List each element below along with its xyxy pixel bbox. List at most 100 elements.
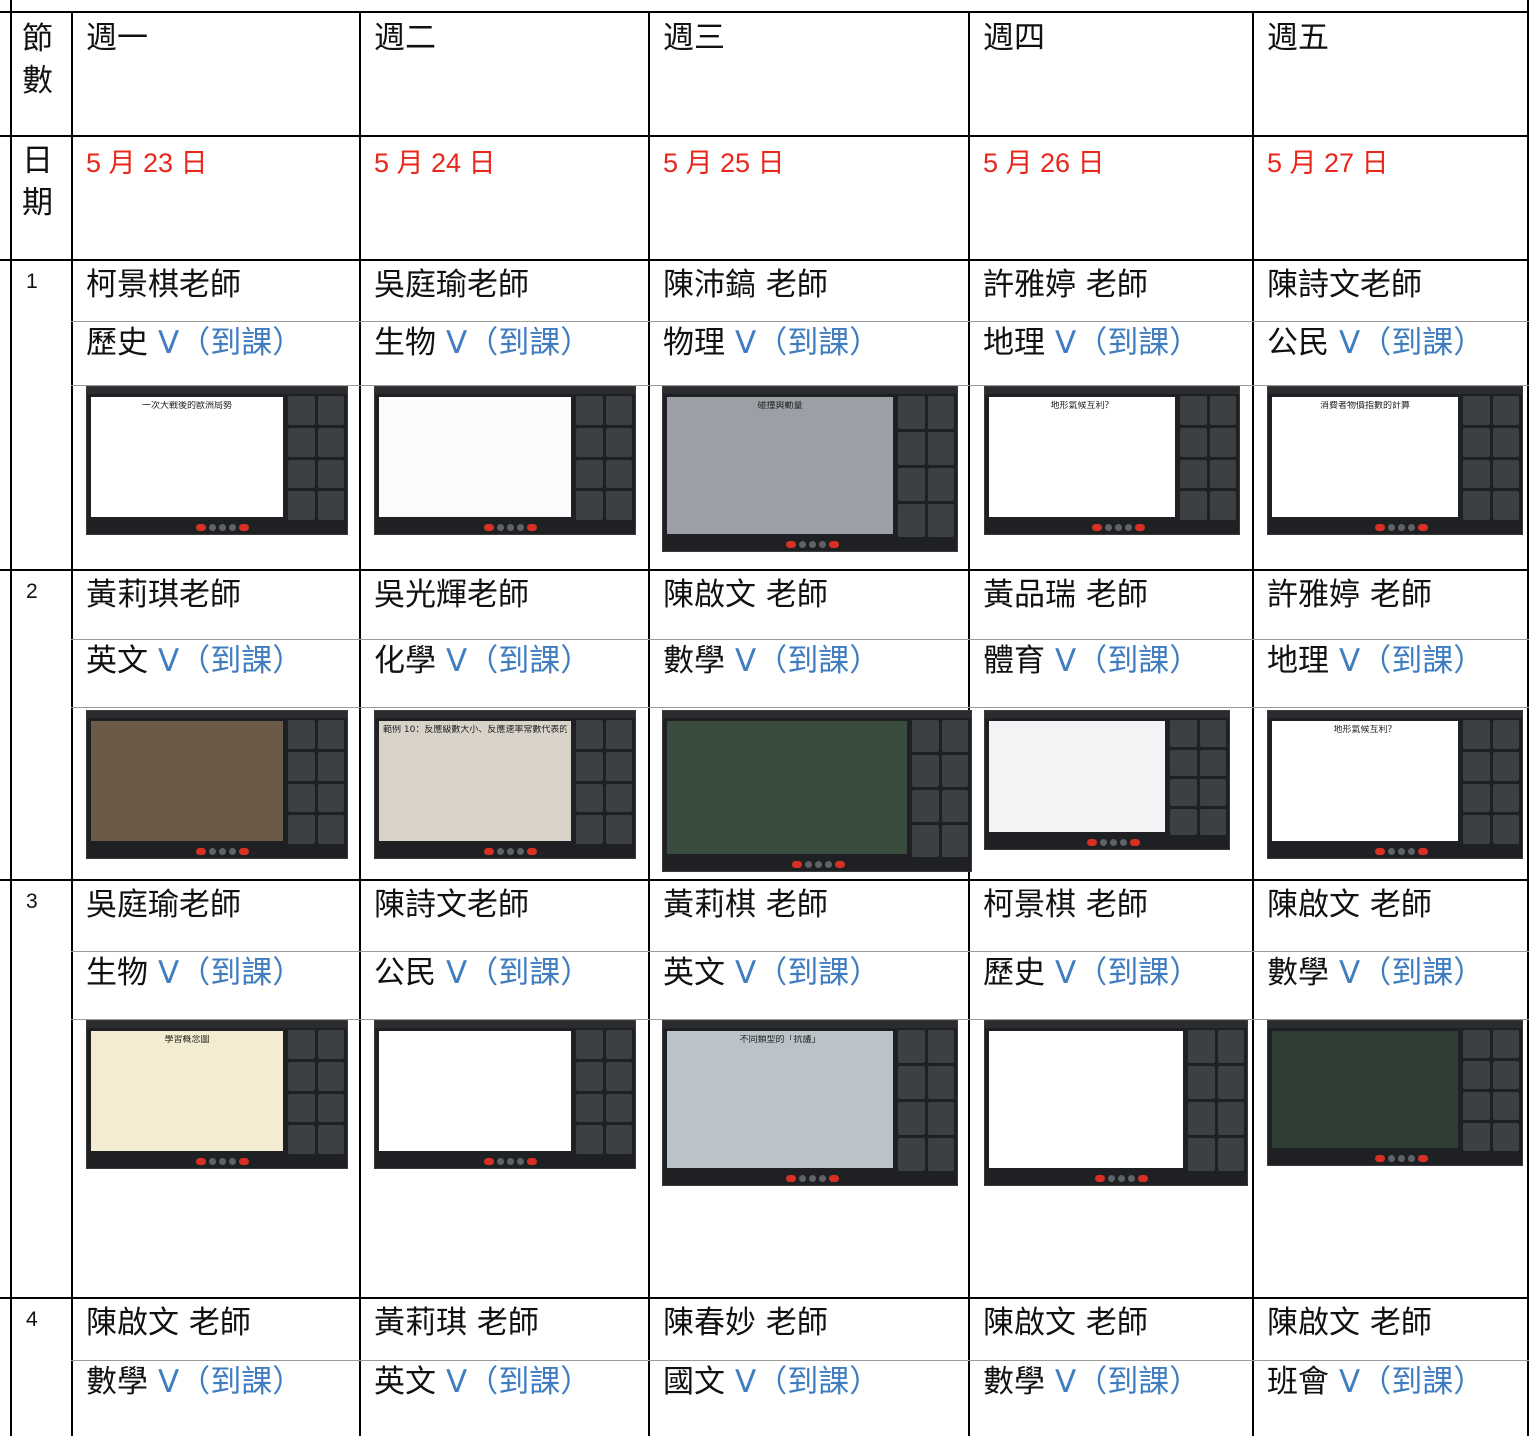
control-icon <box>1120 839 1128 846</box>
end-call-icon <box>484 848 495 855</box>
participant-tile <box>912 790 939 822</box>
control-icon <box>1387 524 1395 531</box>
subject-attendance: 公民 V（到課） <box>374 953 591 993</box>
participant-tile <box>1492 1123 1519 1151</box>
participant-tile <box>288 1030 315 1059</box>
control-icon <box>209 1158 217 1165</box>
participant-tile <box>288 1061 315 1091</box>
end-call-icon <box>1134 524 1145 531</box>
attendance-mark: V（到課） <box>1339 643 1485 679</box>
control-icon <box>517 848 525 855</box>
class-screenshot: 消費者物價指數的計算 <box>1267 386 1523 535</box>
participant-tile <box>317 1093 344 1123</box>
participant-tile <box>288 427 315 457</box>
subject-attendance: 班會 V（到課） <box>1267 1362 1484 1402</box>
attendance-mark: V（到課） <box>1339 955 1485 991</box>
subject-attendance: 公民 V（到課） <box>1267 323 1484 363</box>
control-icon <box>1100 839 1108 846</box>
participant-tile <box>605 427 632 457</box>
participant-tiles <box>898 396 954 537</box>
subject-name: 歷史 <box>86 325 148 361</box>
end-call-icon <box>239 1158 250 1165</box>
class-screenshot: 學習概念圖 <box>86 1020 348 1169</box>
period-number: 4 <box>26 1308 38 1331</box>
meet-controls <box>484 1158 538 1165</box>
participant-tile <box>1209 427 1236 457</box>
meet-controls <box>1374 848 1428 855</box>
participant-tiles <box>1463 396 1519 520</box>
participant-tile <box>605 459 632 489</box>
subject-attendance: 體育 V（到課） <box>983 641 1200 681</box>
participant-tile <box>941 790 968 822</box>
attendance-mark: V（到課） <box>158 1364 304 1400</box>
slide-caption: 範例 10：反應級數大小、反應速率常數代表的意義 <box>383 725 567 735</box>
control-icon <box>1407 848 1415 855</box>
subject-attendance: 數學 V（到課） <box>983 1362 1200 1402</box>
participant-tile <box>1492 396 1519 425</box>
end-call-icon <box>1417 524 1428 531</box>
attendance-mark: V（到課） <box>735 955 881 991</box>
cell-divider <box>71 321 1529 322</box>
participant-tile <box>605 783 632 813</box>
participant-tile <box>927 1030 954 1063</box>
participant-tile <box>1180 427 1207 457</box>
shared-slide <box>91 721 283 841</box>
subject-attendance: 國文 V（到課） <box>663 1362 880 1402</box>
control-icon <box>229 1158 237 1165</box>
participant-tile <box>1180 491 1207 520</box>
participant-tile <box>1217 1066 1244 1099</box>
class-screenshot: 不同類型的「抗議」 <box>662 1020 958 1186</box>
participant-tile <box>1188 1102 1215 1135</box>
participant-tile <box>1217 1030 1244 1063</box>
teacher-name: 黃莉棋 老師 <box>663 887 828 923</box>
participant-tile <box>288 751 315 781</box>
subject-name: 物理 <box>663 325 725 361</box>
subject-name: 數學 <box>983 1364 1045 1400</box>
participant-tile <box>576 720 603 749</box>
subject-name: 公民 <box>1267 325 1329 361</box>
end-call-icon <box>1087 839 1098 846</box>
participant-tile <box>1492 1030 1519 1058</box>
participant-tile <box>1217 1102 1244 1135</box>
day-header-wed: 週三 <box>663 20 725 56</box>
control-icon <box>1114 524 1122 531</box>
participant-tile <box>1463 1030 1490 1058</box>
attendance-mark: V（到課） <box>446 1364 592 1400</box>
participant-tile <box>927 432 954 465</box>
participant-tile <box>317 491 344 520</box>
participant-tile <box>605 1093 632 1123</box>
participant-tile <box>927 468 954 501</box>
teacher-name: 吳光輝老師 <box>374 577 529 613</box>
end-call-icon <box>829 1175 840 1182</box>
participant-tile <box>1492 491 1519 520</box>
participant-tile <box>576 1125 603 1154</box>
col-divider <box>359 11 361 1436</box>
meet-title-bar <box>663 1021 957 1028</box>
participant-tile <box>576 1093 603 1123</box>
end-call-icon <box>1417 1155 1428 1162</box>
subject-name: 英文 <box>374 1364 436 1400</box>
control-icon <box>507 1158 515 1165</box>
attendance-mark: V（到課） <box>446 325 592 361</box>
meet-controls <box>1091 524 1145 531</box>
end-call-icon <box>239 848 250 855</box>
subject-attendance: 數學 V（到課） <box>86 1362 303 1402</box>
subject-name: 班會 <box>1267 1364 1329 1400</box>
participant-tile <box>1492 1092 1519 1120</box>
participant-tile <box>1170 808 1197 835</box>
participant-tiles <box>288 1030 344 1154</box>
participant-tile <box>576 459 603 489</box>
teacher-name: 黃品瑞 老師 <box>983 577 1148 613</box>
control-icon <box>1397 848 1405 855</box>
participant-tiles <box>1188 1030 1244 1171</box>
period-label: 節數 <box>22 21 53 99</box>
subject-attendance: 化學 V（到課） <box>374 641 591 681</box>
shared-slide <box>667 721 907 854</box>
participant-tile <box>317 396 344 425</box>
class-screenshot: 一次大戰後的歐洲局勢 <box>86 386 348 535</box>
date-fri: 5 月 27 日 <box>1267 148 1389 178</box>
attendance-mark: V（到課） <box>1339 1364 1485 1400</box>
participant-tile <box>1463 396 1490 425</box>
attendance-mark: V（到課） <box>1055 1364 1201 1400</box>
subject-name: 公民 <box>374 955 436 991</box>
